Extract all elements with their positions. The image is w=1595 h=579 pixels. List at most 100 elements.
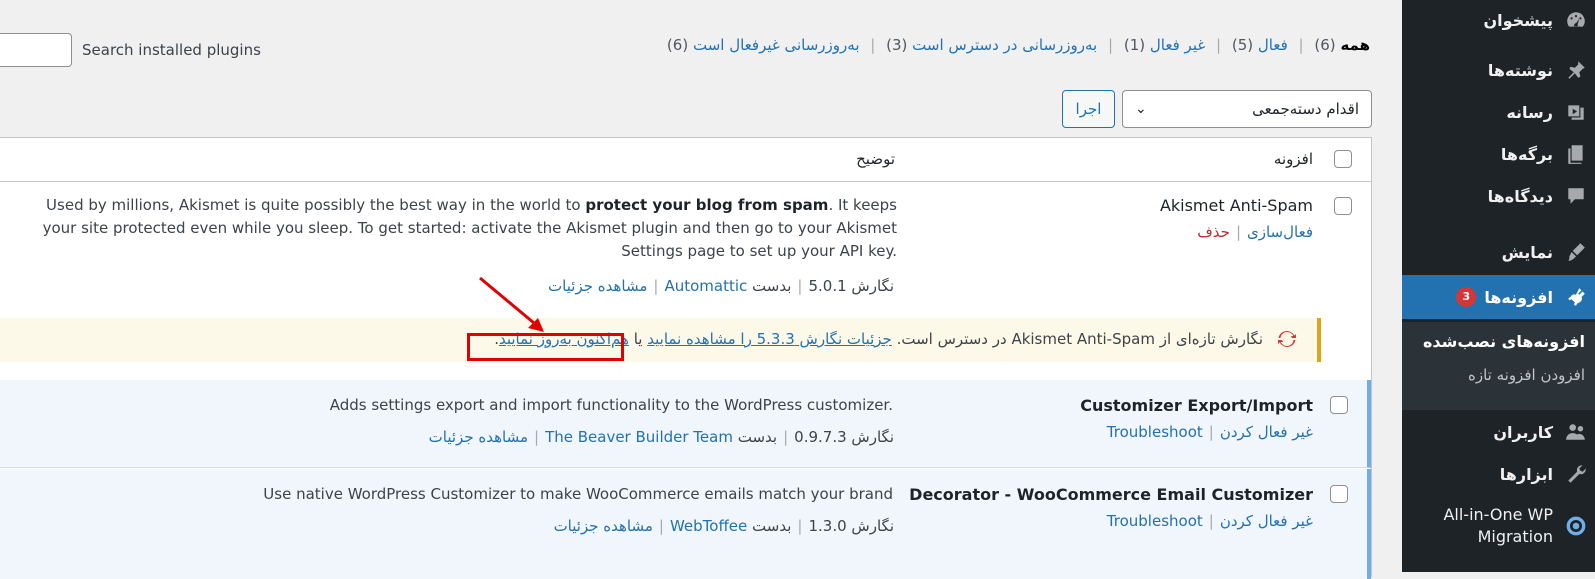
plugin-version: نگارش 5.0.1 (808, 277, 894, 295)
column-plugin-header: افزونه (1273, 150, 1313, 168)
plugin-status-filters: همه (6) | فعال (5) | غیر فعال (1) | به‌ر… (666, 36, 1370, 54)
update-count-badge: 3 (1456, 287, 1477, 307)
description-text: Used by millions, Akismet is quite possi… (46, 196, 586, 214)
view-details-link[interactable]: مشاهده جزئیات (554, 517, 653, 535)
plugin-row-actions: غیر فعال کردن|Troubleshoot (1106, 423, 1313, 441)
menu-item-users[interactable]: کاربران (1402, 412, 1595, 452)
plugin-name: Customizer Export/Import (1080, 396, 1313, 415)
comments-icon (1563, 183, 1589, 209)
appearance-icon (1563, 239, 1589, 265)
menu-item-tools[interactable]: ابزارها (1402, 454, 1595, 494)
menu-label: نوشته‌ها (1487, 60, 1553, 80)
dashboard-icon (1563, 7, 1589, 33)
menu-item-comments[interactable]: دیدگاه‌ها (1402, 176, 1595, 216)
bulk-apply-button[interactable]: اجرا (1062, 90, 1115, 128)
chevron-down-icon: ⌄ (1135, 101, 1147, 117)
troubleshoot-link[interactable]: Troubleshoot (1107, 423, 1203, 441)
menu-item-appearance[interactable]: نمایش (1402, 232, 1595, 272)
migration-icon (1563, 513, 1589, 539)
plugin-version: نگارش 1.3.0 (808, 517, 894, 535)
plugin-row-actions: غیر فعال کردن|Troubleshoot (1106, 512, 1313, 530)
plugin-version: نگارش 0.9.7.3 (794, 428, 894, 446)
current-menu-arrow (1393, 287, 1402, 305)
table-header: افزونه توضیح (0, 138, 1371, 182)
author-link[interactable]: The Beaver Builder Team (545, 428, 733, 446)
select-all-checkbox[interactable] (1334, 150, 1352, 168)
filter-update-available[interactable]: به‌روزرسانی در دسترس است (912, 36, 1097, 54)
filter-inactive-count: (1) (1123, 36, 1146, 54)
table-row: Decorator - WooCommerce Email Customizer… (0, 469, 1371, 579)
plugin-name: Decorator - WooCommerce Email Customizer (909, 485, 1313, 504)
media-icon (1563, 99, 1589, 125)
filter-active[interactable]: فعال (1258, 36, 1288, 54)
filter-active-count: (5) (1231, 36, 1254, 54)
plugin-row-actions: فعال‌سازی|حذف (1197, 223, 1313, 241)
menu-item-media[interactable]: رسانه (1402, 92, 1595, 132)
plugin-meta: نگارش 0.9.7.3|بدست The Beaver Builder Te… (428, 428, 894, 446)
submenu-add-new-plugin[interactable]: افزودن افزونه تازه (1468, 366, 1585, 384)
bulk-action-select[interactable]: اقدام دسته‌جمعی ⌄ (1122, 90, 1372, 128)
deactivate-link[interactable]: غیر فعال کردن (1220, 423, 1313, 441)
menu-label: رسانه (1506, 102, 1553, 122)
by-label: بدست (737, 428, 778, 446)
troubleshoot-link[interactable]: Troubleshoot (1107, 512, 1203, 530)
notice-text: نگارش تازه‌ای از Akismet Anti-Spam در دس… (896, 330, 1263, 348)
admin-sidebar: پیشخوان نوشته‌ها رسانه برگه‌ها دیدگاه‌ها… (1393, 0, 1595, 572)
deactivate-link[interactable]: غیر فعال کردن (1220, 512, 1313, 530)
activate-link[interactable]: فعال‌سازی (1247, 223, 1313, 241)
filter-update-count: (3) (886, 36, 908, 54)
view-details-link[interactable]: مشاهده جزئیات (429, 428, 528, 446)
menu-item-plugins[interactable]: افزونه‌ها 3 (1402, 275, 1595, 319)
search-input[interactable] (0, 33, 72, 67)
by-label: بدست (752, 277, 792, 295)
menu-item-all-in-one-wp-migration[interactable]: All-in-One WP Migration (1402, 498, 1595, 554)
menu-label: کاربران (1493, 422, 1553, 442)
search-label: Search installed plugins (82, 41, 261, 59)
view-version-details-link[interactable]: جزئیات نگارش 5.3.3 را مشاهده نمایید (647, 330, 892, 348)
menu-label: دیدگاه‌ها (1487, 186, 1553, 206)
menu-label: افزونه‌ها (1484, 287, 1553, 307)
plugin-meta: نگارش 1.3.0|بدست WebToffee|مشاهده جزئیات (553, 517, 894, 535)
menu-item-posts[interactable]: نوشته‌ها (1402, 50, 1595, 90)
plugin-checkbox[interactable] (1334, 197, 1352, 215)
filter-auto-update-disabled[interactable]: به‌روزرسانی غیرفعال است (693, 36, 860, 54)
plugin-name: Akismet Anti-Spam (1159, 196, 1313, 215)
description-bold: protect your blog from spam (585, 196, 829, 214)
plugin-checkbox[interactable] (1330, 396, 1348, 414)
plugin-checkbox[interactable] (1330, 485, 1348, 503)
menu-item-pages[interactable]: برگه‌ها (1402, 134, 1595, 174)
users-icon (1563, 419, 1589, 445)
pages-icon (1563, 141, 1589, 167)
author-link[interactable]: WebToffee (670, 517, 747, 535)
menu-label: پیشخوان (1483, 10, 1553, 30)
pin-icon (1563, 57, 1589, 83)
delete-link[interactable]: حذف (1197, 223, 1230, 241)
table-row: Customizer Export/Import غیر فعال کردن|T… (0, 380, 1371, 468)
view-details-link[interactable]: مشاهده جزئیات (548, 277, 647, 295)
menu-item-dashboard[interactable]: پیشخوان (1402, 0, 1595, 40)
notice-text: یا (633, 330, 643, 348)
submenu-installed-plugins[interactable]: افزونه‌های نصب‌شده (1423, 332, 1585, 351)
update-notice: نگارش تازه‌ای از Akismet Anti-Spam در دس… (0, 318, 1321, 362)
plugin-description: Adds settings export and import function… (329, 396, 893, 414)
plugin-description: Use native WordPress Customizer to make … (263, 485, 893, 503)
filter-all[interactable]: همه (1340, 36, 1370, 54)
filter-auto-update-disabled-count: (6) (666, 36, 689, 54)
plugin-description: Used by millions, Akismet is quite possi… (13, 194, 897, 263)
wrench-icon (1563, 461, 1589, 487)
plugin-meta: نگارش 5.0.1|بدست Automattic|مشاهده جزئیا… (548, 277, 894, 295)
by-label: بدست (752, 517, 792, 535)
filter-inactive[interactable]: غیر فعال (1150, 36, 1205, 54)
plugins-table: افزونه توضیح Akismet Anti-Spam فعال‌سازی… (0, 137, 1372, 579)
column-description-header: توضیح (856, 150, 895, 168)
menu-label: برگه‌ها (1500, 144, 1553, 164)
plugins-icon (1563, 284, 1589, 310)
annotation-arrow (479, 276, 544, 332)
annotation-highlight-box (467, 333, 624, 361)
author-link[interactable]: Automattic (664, 277, 747, 295)
menu-label: All-in-One WP Migration (1443, 505, 1553, 546)
plugins-submenu: افزونه‌های نصب‌شده افزودن افزونه تازه (1402, 322, 1595, 410)
bulk-action-selected: اقدام دسته‌جمعی (1252, 100, 1359, 118)
filter-all-count: (6) (1314, 36, 1336, 54)
refresh-icon (1278, 331, 1296, 347)
